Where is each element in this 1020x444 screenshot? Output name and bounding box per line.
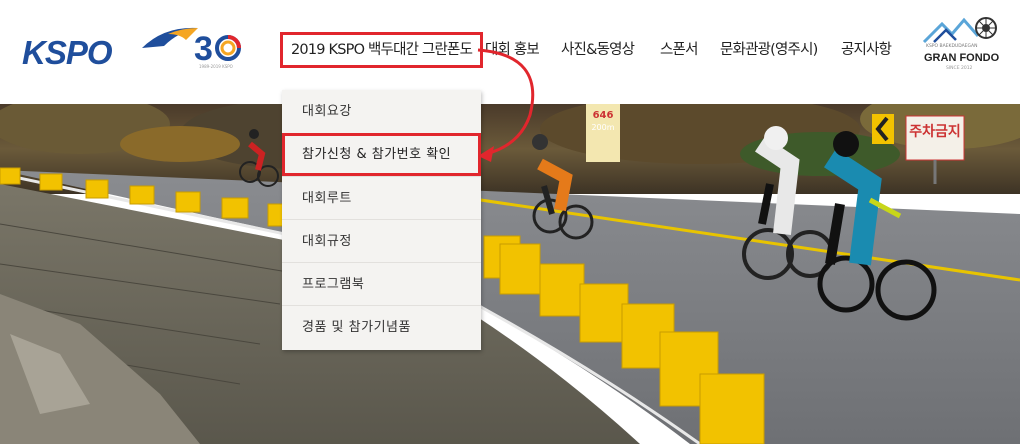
chevron-sign — [872, 114, 894, 144]
svg-text:3: 3 — [194, 30, 213, 68]
nav-item-notice[interactable]: 공지사항 — [841, 32, 892, 68]
dropdown-item-guidelines[interactable]: 대회요강 — [282, 90, 481, 133]
granfondo-sub: KSPO BAEKDUDAEGAN — [926, 44, 978, 49]
granfondo-dropdown: 대회요강 참가신청 & 참가번호 확인 대회루트 대회규정 프로그램북 경품 및… — [282, 90, 481, 350]
nav-item-promotion[interactable]: 대회 홍보 — [485, 32, 540, 68]
nav-item-granfondo[interactable]: 2019 KSPO 백두대간 그란폰도 — [280, 32, 484, 68]
anniversary-30-icon: 3 — [194, 30, 241, 68]
granfondo-logo[interactable]: KSPO BAEKDUDAEGAN GRAN FONDO SINCE 2012 — [920, 14, 1006, 74]
mountain-bike-icon — [922, 17, 997, 44]
dropdown-item-route[interactable]: 대회루트 — [282, 176, 481, 219]
granfondo-title: GRAN FONDO — [924, 52, 1000, 64]
site-header: KSPO 3 1989-2019 KSPO 2019 KSPO 백두대간 그란폰… — [0, 0, 1020, 104]
nav-item-photo-video[interactable]: 사진&동영상 — [561, 32, 635, 68]
kspo-logo[interactable]: KSPO 3 1989-2019 KSPO — [22, 22, 242, 72]
dropdown-item-program-book[interactable]: 프로그램북 — [282, 262, 481, 305]
svg-text:주차금지: 주차금지 — [909, 124, 961, 140]
cyclists-road-image: 주차금지 646 200m — [0, 104, 1020, 444]
nav-item-sponsor[interactable]: 스폰서 — [660, 32, 698, 68]
granfondo-since: SINCE 2012 — [946, 66, 973, 71]
dropdown-item-registration[interactable]: 참가신청 & 참가번호 확인 — [282, 133, 481, 176]
kspo-swoosh-icon — [142, 27, 198, 48]
dropdown-item-prizes[interactable]: 경품 및 참가기념품 — [282, 305, 481, 348]
svg-text:200m: 200m — [591, 123, 614, 132]
nav-item-culture-tour[interactable]: 문화관광(영주시) — [720, 32, 818, 68]
anniversary-text: 1989-2019 KSPO — [199, 64, 233, 69]
dropdown-item-rules[interactable]: 대회규정 — [282, 219, 481, 262]
kspo-logo-text: KSPO — [22, 34, 113, 71]
hero-photo: 주차금지 646 200m — [0, 104, 1020, 444]
distance-sign: 646 200m — [586, 104, 620, 162]
svg-text:646: 646 — [593, 110, 614, 121]
